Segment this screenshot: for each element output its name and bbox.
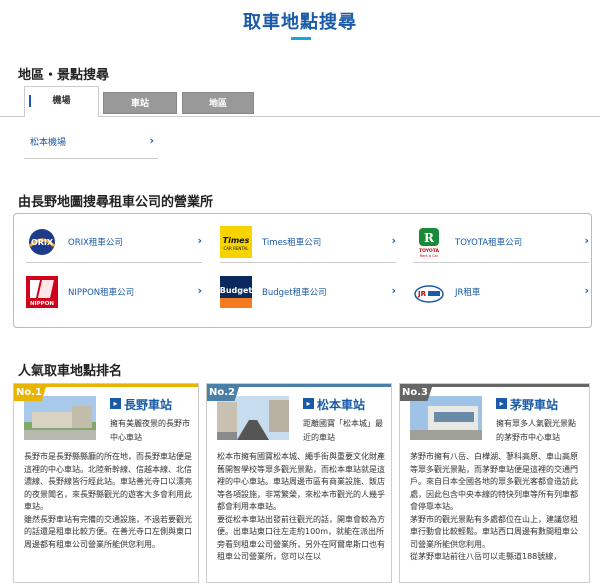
- go-arrow-icon: ▸: [496, 398, 507, 409]
- orix-logo-icon: ORIX: [26, 226, 58, 258]
- station-description: 長野市是長野縣縣廳的所在地，而長野車站便是這裡的中心車站。北陸新幹線、信越本線、…: [24, 452, 192, 549]
- station-description: 茅野市擁有八岳、白樺湖、蓼科高原、車山高原等眾多觀光景點，而茅野車站便是這裡的交…: [410, 452, 578, 561]
- company-name: ORIX租車公司: [68, 238, 123, 248]
- station-subtitle: 擁有美麗夜景的長野市中心車站: [110, 419, 190, 442]
- ranking-heading: 人氣取車地點排名: [18, 364, 123, 379]
- company-name: TOYOTA租車公司: [455, 238, 523, 248]
- chevron-right-icon: ›: [584, 284, 589, 297]
- company-list: ORIX ORIX租車公司 › Times CAR RENTAL Times租車…: [13, 213, 592, 328]
- company-jr[interactable]: JR JR租車 ›: [413, 272, 589, 312]
- go-arrow-icon: ▸: [110, 398, 121, 409]
- toyota-logo-icon: R TOYOTA Rent a Car: [413, 226, 445, 258]
- rank-badge: No.1: [14, 384, 47, 401]
- svg-text:ORIX: ORIX: [31, 238, 54, 247]
- company-nippon[interactable]: NIPPON NIPPON租車公司 ›: [26, 272, 202, 312]
- nagano-station-photo: [24, 396, 96, 440]
- times-logo-icon: Times CAR RENTAL: [220, 226, 252, 258]
- svg-text:JR: JR: [417, 290, 427, 298]
- title-underline: [291, 37, 311, 40]
- active-tab-marker: [29, 95, 31, 107]
- tab-station[interactable]: 車站: [103, 92, 177, 114]
- chevron-right-icon: ›: [197, 284, 202, 297]
- ranking-card-chino[interactable]: No.3 ▸ 茅野車站 擁有眾多人氣觀光景點的茅野市中心車站 茅野市擁有八岳、白…: [399, 383, 590, 583]
- svg-text:NIPPON: NIPPON: [30, 301, 54, 307]
- chevron-right-icon: ›: [149, 134, 154, 147]
- tab-airport[interactable]: 機場: [24, 86, 99, 117]
- location-item-label: 松本機場: [30, 138, 67, 148]
- rank-badge: No.3: [400, 384, 433, 401]
- svg-text:Rent a Car: Rent a Car: [420, 254, 439, 258]
- company-orix[interactable]: ORIX ORIX租車公司 ›: [26, 222, 202, 263]
- tab-airport-label: 機場: [52, 96, 71, 106]
- location-item-matsumoto-airport[interactable]: 松本機場 ›: [24, 130, 158, 159]
- rank-badge: No.2: [207, 384, 240, 401]
- nippon-logo-icon: NIPPON: [26, 276, 58, 308]
- svg-text:Times: Times: [223, 236, 250, 245]
- svg-text:Budget: Budget: [220, 286, 252, 295]
- station-name[interactable]: 茅野車站: [510, 396, 558, 413]
- svg-text:R: R: [424, 231, 435, 245]
- station-subtitle: 距離國寶「松本城」最近的車站: [303, 419, 383, 442]
- company-times[interactable]: Times CAR RENTAL Times租車公司 ›: [220, 222, 396, 263]
- ranking-card-matsumoto[interactable]: No.2 ▸ 松本車站 距離國寶「松本城」最近的車站 松本市擁有國寶松本城、繩手…: [206, 383, 392, 583]
- chevron-right-icon: ›: [391, 234, 396, 247]
- company-search-heading: 由長野地圖搜尋租車公司的營業所: [18, 195, 214, 210]
- chino-station-photo: [410, 396, 482, 440]
- svg-text:CAR RENTAL: CAR RENTAL: [224, 246, 250, 251]
- company-name: JR租車: [455, 288, 481, 298]
- station-name[interactable]: 松本車站: [317, 396, 365, 413]
- station-subtitle: 擁有眾多人氣觀光景點的茅野市中心車站: [496, 419, 576, 442]
- go-arrow-icon: ▸: [303, 398, 314, 409]
- station-description: 松本市擁有國寶松本城、繩手街與重要文化財產舊開智學校等眾多觀光景點，而松本車站就…: [217, 452, 385, 561]
- chevron-right-icon: ›: [391, 284, 396, 297]
- company-budget[interactable]: Budget Budget租車公司 ›: [220, 272, 396, 312]
- chevron-right-icon: ›: [584, 234, 589, 247]
- station-name[interactable]: 長野車站: [124, 396, 172, 413]
- company-name: Times租車公司: [262, 238, 322, 248]
- page-title: 取車地點搜尋: [243, 12, 357, 33]
- matsumoto-station-photo: [217, 396, 289, 440]
- jr-logo-icon: JR: [413, 276, 445, 308]
- chevron-right-icon: ›: [197, 234, 202, 247]
- company-name: Budget租車公司: [262, 288, 327, 298]
- area-search-heading: 地區・景點搜尋: [18, 68, 110, 83]
- ranking-card-nagano[interactable]: No.1 ▸ 長野車站 擁有美麗夜景的長野市中心車站 長野市是長野縣縣廳的所在地…: [13, 383, 199, 583]
- tab-region-label: 地區: [208, 99, 227, 109]
- company-name: NIPPON租車公司: [68, 288, 135, 298]
- tab-station-label: 車站: [130, 99, 149, 109]
- budget-logo-icon: Budget: [220, 276, 252, 308]
- tab-region[interactable]: 地區: [182, 92, 254, 114]
- company-toyota[interactable]: R TOYOTA Rent a Car TOYOTA租車公司 ›: [413, 222, 589, 263]
